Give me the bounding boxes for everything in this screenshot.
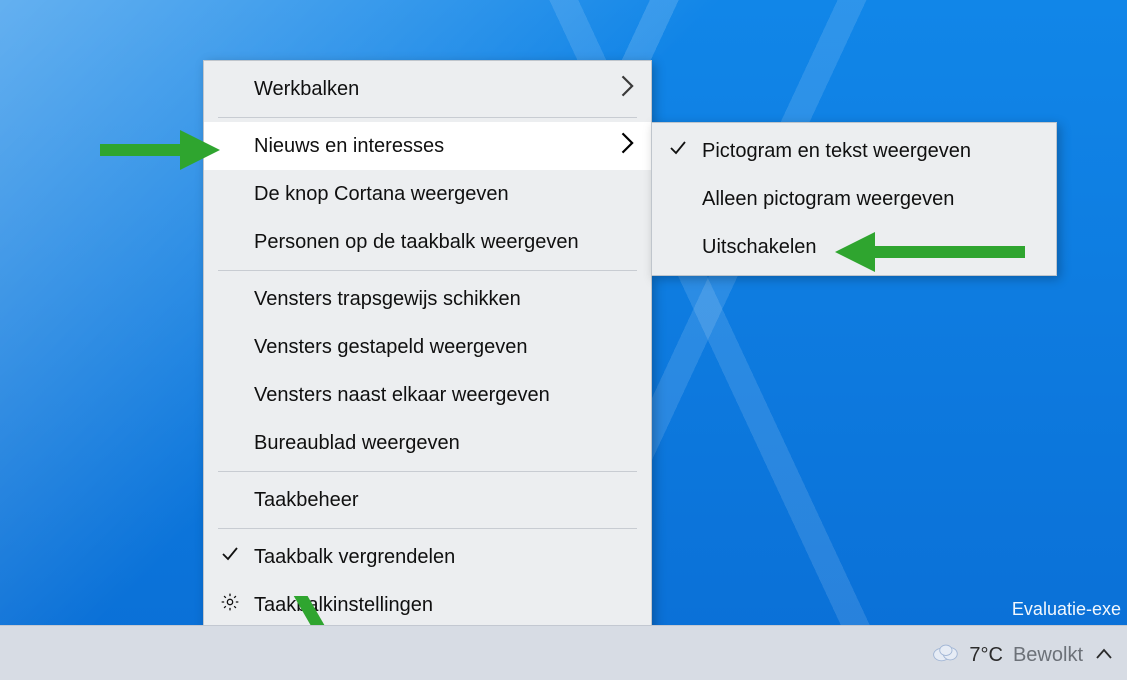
check-icon bbox=[666, 138, 690, 164]
menu-item-label: Nieuws en interesses bbox=[254, 135, 444, 158]
weather-condition: Bewolkt bbox=[1013, 644, 1083, 667]
menu-separator bbox=[218, 270, 637, 271]
check-icon bbox=[218, 544, 242, 570]
menu-item-taakbalk-vergrendelen[interactable]: Taakbalk vergrendelen bbox=[204, 533, 651, 581]
menu-item-label: Werkbalken bbox=[254, 78, 359, 101]
cloud-icon bbox=[931, 642, 959, 668]
menu-item-personen[interactable]: Personen op de taakbalk weergeven bbox=[204, 218, 651, 266]
menu-separator bbox=[218, 528, 637, 529]
menu-item-cortana[interactable]: De knop Cortana weergeven bbox=[204, 170, 651, 218]
menu-item-werkbalken[interactable]: Werkbalken bbox=[204, 65, 651, 113]
menu-item-taakbeheer[interactable]: Taakbeheer bbox=[204, 476, 651, 524]
annotation-arrow-right-icon bbox=[100, 128, 220, 172]
menu-separator bbox=[218, 117, 637, 118]
menu-item-label: Personen op de taakbalk weergeven bbox=[254, 231, 579, 254]
taskbar[interactable]: 7°C Bewolkt bbox=[0, 625, 1127, 680]
submenu-item-alleen-pictogram[interactable]: Alleen pictogram weergeven bbox=[652, 175, 1056, 223]
menu-item-label: Bureaublad weergeven bbox=[254, 432, 460, 455]
system-tray: 7°C Bewolkt bbox=[931, 642, 1113, 668]
menu-item-label: Uitschakelen bbox=[702, 236, 817, 259]
desktop-wallpaper: Werkbalken Nieuws en interesses De knop … bbox=[0, 0, 1127, 680]
menu-item-vensters-naast-elkaar[interactable]: Vensters naast elkaar weergeven bbox=[204, 371, 651, 419]
menu-item-label: Pictogram en tekst weergeven bbox=[702, 140, 971, 163]
menu-item-label: Taakbeheer bbox=[254, 489, 359, 512]
menu-item-bureaublad-weergeven[interactable]: Bureaublad weergeven bbox=[204, 419, 651, 467]
annotation-arrow-left-icon bbox=[835, 230, 1025, 274]
chevron-right-icon bbox=[621, 75, 635, 103]
gear-icon bbox=[218, 592, 242, 618]
menu-item-label: Vensters gestapeld weergeven bbox=[254, 336, 528, 359]
menu-item-label: Taakbalk vergrendelen bbox=[254, 546, 455, 569]
menu-item-label: De knop Cortana weergeven bbox=[254, 183, 509, 206]
menu-item-label: Vensters trapsgewijs schikken bbox=[254, 288, 521, 311]
menu-item-label: Alleen pictogram weergeven bbox=[702, 188, 954, 211]
menu-item-nieuws-en-interesses[interactable]: Nieuws en interesses bbox=[204, 122, 651, 170]
weather-temperature: 7°C bbox=[969, 644, 1003, 667]
menu-item-vensters-trapsgewijs[interactable]: Vensters trapsgewijs schikken bbox=[204, 275, 651, 323]
menu-item-label: Vensters naast elkaar weergeven bbox=[254, 384, 550, 407]
submenu-item-pictogram-en-tekst[interactable]: Pictogram en tekst weergeven bbox=[652, 127, 1056, 175]
chevron-right-icon bbox=[621, 132, 635, 160]
evaluation-watermark: Evaluatie-exe bbox=[1012, 599, 1121, 620]
menu-separator bbox=[218, 471, 637, 472]
weather-widget[interactable]: 7°C Bewolkt bbox=[931, 642, 1083, 668]
menu-item-vensters-gestapeld[interactable]: Vensters gestapeld weergeven bbox=[204, 323, 651, 371]
taskbar-context-menu: Werkbalken Nieuws en interesses De knop … bbox=[203, 60, 652, 634]
tray-chevron-up-icon[interactable] bbox=[1095, 644, 1113, 667]
